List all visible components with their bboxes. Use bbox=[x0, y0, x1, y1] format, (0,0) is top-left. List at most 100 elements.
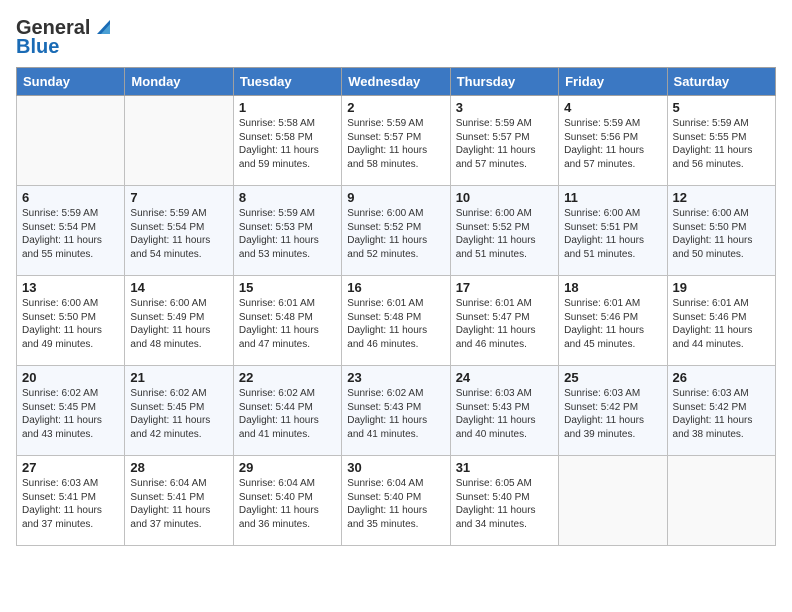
weekday-header-wednesday: Wednesday bbox=[342, 68, 450, 96]
calendar-cell: 30 Sunrise: 6:04 AMSunset: 5:40 PMDayligh… bbox=[342, 456, 450, 546]
day-number: 28 bbox=[130, 460, 227, 475]
calendar-cell: 17 Sunrise: 6:01 AMSunset: 5:47 PMDayligh… bbox=[450, 276, 558, 366]
calendar-cell: 3Sunrise: 5:59 AMSunset: 5:57 PMDaylight… bbox=[450, 96, 558, 186]
calendar-cell: 4 Sunrise: 5:59 AMSunset: 5:56 PMDaylight… bbox=[559, 96, 667, 186]
day-info: Sunrise: 6:02 AMSunset: 5:45 PMDaylight:… bbox=[22, 387, 119, 441]
weekday-header-monday: Monday bbox=[125, 68, 233, 96]
day-info: Sunrise: 6:05 AMSunset: 5:40 PMDaylight:… bbox=[456, 477, 553, 531]
day-number: 3 bbox=[456, 100, 553, 115]
weekday-header-thursday: Thursday bbox=[450, 68, 558, 96]
calendar-cell: 27 Sunrise: 6:03 AMSunset: 5:41 PMDayligh… bbox=[17, 456, 125, 546]
calendar-cell: 16Sunrise: 6:01 AMSunset: 5:48 PMDayligh… bbox=[342, 276, 450, 366]
day-number: 15 bbox=[239, 280, 336, 295]
day-number: 31 bbox=[456, 460, 553, 475]
logo-icon bbox=[92, 16, 110, 34]
weekday-header-saturday: Saturday bbox=[667, 68, 775, 96]
calendar-cell: 6 Sunrise: 5:59 AMSunset: 5:54 PMDaylight… bbox=[17, 186, 125, 276]
calendar-cell bbox=[667, 456, 775, 546]
day-info: Sunrise: 6:04 AMSunset: 5:40 PMDaylight:… bbox=[347, 477, 444, 531]
day-info: Sunrise: 6:02 AMSunset: 5:45 PMDaylight:… bbox=[130, 387, 227, 441]
calendar-cell: 24Sunrise: 6:03 AMSunset: 5:43 PMDayligh… bbox=[450, 366, 558, 456]
day-info: Sunrise: 5:58 AMSunset: 5:58 PMDaylight:… bbox=[239, 117, 336, 171]
day-number: 23 bbox=[347, 370, 444, 385]
day-info: Sunrise: 5:59 AMSunset: 5:53 PMDaylight:… bbox=[239, 207, 336, 261]
weekday-header-row: SundayMondayTuesdayWednesdayThursdayFrid… bbox=[17, 68, 776, 96]
day-info: Sunrise: 6:01 AMSunset: 5:48 PMDaylight:… bbox=[347, 297, 444, 351]
logo: General Blue bbox=[16, 16, 110, 59]
calendar-week-3: 13 Sunrise: 6:00 AMSunset: 5:50 PMDayligh… bbox=[17, 276, 776, 366]
day-number: 1 bbox=[239, 100, 336, 115]
day-number: 9 bbox=[347, 190, 444, 205]
calendar-cell bbox=[125, 96, 233, 186]
day-number: 21 bbox=[130, 370, 227, 385]
day-info: Sunrise: 6:00 AMSunset: 5:51 PMDaylight:… bbox=[564, 207, 661, 261]
day-info: Sunrise: 5:59 AMSunset: 5:54 PMDaylight:… bbox=[130, 207, 227, 261]
day-number: 26 bbox=[673, 370, 770, 385]
day-number: 25 bbox=[564, 370, 661, 385]
calendar-cell: 29 Sunrise: 6:04 AMSunset: 5:40 PMDayligh… bbox=[233, 456, 341, 546]
day-number: 17 bbox=[456, 280, 553, 295]
day-number: 12 bbox=[673, 190, 770, 205]
calendar-cell: 26Sunrise: 6:03 AMSunset: 5:42 PMDayligh… bbox=[667, 366, 775, 456]
calendar-week-2: 6 Sunrise: 5:59 AMSunset: 5:54 PMDaylight… bbox=[17, 186, 776, 276]
calendar-week-1: 1 Sunrise: 5:58 AMSunset: 5:58 PMDaylight… bbox=[17, 96, 776, 186]
day-number: 22 bbox=[239, 370, 336, 385]
calendar-cell: 28 Sunrise: 6:04 AMSunset: 5:41 PMDayligh… bbox=[125, 456, 233, 546]
calendar-cell: 8 Sunrise: 5:59 AMSunset: 5:53 PMDaylight… bbox=[233, 186, 341, 276]
day-info: Sunrise: 6:04 AMSunset: 5:40 PMDaylight:… bbox=[239, 477, 336, 531]
calendar-cell: 7 Sunrise: 5:59 AMSunset: 5:54 PMDaylight… bbox=[125, 186, 233, 276]
day-number: 14 bbox=[130, 280, 227, 295]
day-info: Sunrise: 6:01 AMSunset: 5:48 PMDaylight:… bbox=[239, 297, 336, 351]
day-info: Sunrise: 6:01 AMSunset: 5:47 PMDaylight:… bbox=[456, 297, 553, 351]
day-info: Sunrise: 6:00 AMSunset: 5:49 PMDaylight:… bbox=[130, 297, 227, 351]
day-number: 7 bbox=[130, 190, 227, 205]
calendar-cell: 15 Sunrise: 6:01 AMSunset: 5:48 PMDayligh… bbox=[233, 276, 341, 366]
day-info: Sunrise: 6:02 AMSunset: 5:44 PMDaylight:… bbox=[239, 387, 336, 441]
day-info: Sunrise: 5:59 AMSunset: 5:55 PMDaylight:… bbox=[673, 117, 770, 171]
weekday-header-friday: Friday bbox=[559, 68, 667, 96]
day-info: Sunrise: 6:00 AMSunset: 5:52 PMDaylight:… bbox=[456, 207, 553, 261]
day-number: 18 bbox=[564, 280, 661, 295]
calendar-cell: 9Sunrise: 6:00 AMSunset: 5:52 PMDaylight… bbox=[342, 186, 450, 276]
day-info: Sunrise: 6:03 AMSunset: 5:41 PMDaylight:… bbox=[22, 477, 119, 531]
day-info: Sunrise: 6:00 AMSunset: 5:50 PMDaylight:… bbox=[673, 207, 770, 261]
day-number: 4 bbox=[564, 100, 661, 115]
calendar-cell: 22 Sunrise: 6:02 AMSunset: 5:44 PMDayligh… bbox=[233, 366, 341, 456]
day-number: 13 bbox=[22, 280, 119, 295]
calendar-cell: 11 Sunrise: 6:00 AMSunset: 5:51 PMDayligh… bbox=[559, 186, 667, 276]
calendar-cell: 23 Sunrise: 6:02 AMSunset: 5:43 PMDayligh… bbox=[342, 366, 450, 456]
logo-blue-text: Blue bbox=[16, 36, 59, 59]
page-header: General Blue bbox=[16, 16, 776, 59]
calendar-cell: 31 Sunrise: 6:05 AMSunset: 5:40 PMDayligh… bbox=[450, 456, 558, 546]
day-info: Sunrise: 6:04 AMSunset: 5:41 PMDaylight:… bbox=[130, 477, 227, 531]
calendar-cell: 20Sunrise: 6:02 AMSunset: 5:45 PMDayligh… bbox=[17, 366, 125, 456]
day-info: Sunrise: 6:01 AMSunset: 5:46 PMDaylight:… bbox=[564, 297, 661, 351]
weekday-header-sunday: Sunday bbox=[17, 68, 125, 96]
calendar-cell: 1 Sunrise: 5:58 AMSunset: 5:58 PMDaylight… bbox=[233, 96, 341, 186]
day-number: 6 bbox=[22, 190, 119, 205]
day-info: Sunrise: 5:59 AMSunset: 5:56 PMDaylight:… bbox=[564, 117, 661, 171]
day-number: 27 bbox=[22, 460, 119, 475]
calendar-cell: 19Sunrise: 6:01 AMSunset: 5:46 PMDayligh… bbox=[667, 276, 775, 366]
day-info: Sunrise: 5:59 AMSunset: 5:57 PMDaylight:… bbox=[347, 117, 444, 171]
calendar-cell: 2 Sunrise: 5:59 AMSunset: 5:57 PMDaylight… bbox=[342, 96, 450, 186]
day-number: 5 bbox=[673, 100, 770, 115]
day-number: 11 bbox=[564, 190, 661, 205]
day-number: 8 bbox=[239, 190, 336, 205]
calendar-cell: 5 Sunrise: 5:59 AMSunset: 5:55 PMDaylight… bbox=[667, 96, 775, 186]
day-info: Sunrise: 6:00 AMSunset: 5:50 PMDaylight:… bbox=[22, 297, 119, 351]
day-info: Sunrise: 6:03 AMSunset: 5:43 PMDaylight:… bbox=[456, 387, 553, 441]
calendar-cell: 10Sunrise: 6:00 AMSunset: 5:52 PMDayligh… bbox=[450, 186, 558, 276]
day-info: Sunrise: 5:59 AMSunset: 5:54 PMDaylight:… bbox=[22, 207, 119, 261]
calendar-week-4: 20Sunrise: 6:02 AMSunset: 5:45 PMDayligh… bbox=[17, 366, 776, 456]
day-number: 29 bbox=[239, 460, 336, 475]
day-number: 30 bbox=[347, 460, 444, 475]
day-info: Sunrise: 6:02 AMSunset: 5:43 PMDaylight:… bbox=[347, 387, 444, 441]
calendar-table: SundayMondayTuesdayWednesdayThursdayFrid… bbox=[16, 67, 776, 546]
day-number: 2 bbox=[347, 100, 444, 115]
weekday-header-tuesday: Tuesday bbox=[233, 68, 341, 96]
calendar-cell: 14 Sunrise: 6:00 AMSunset: 5:49 PMDayligh… bbox=[125, 276, 233, 366]
calendar-cell: 13 Sunrise: 6:00 AMSunset: 5:50 PMDayligh… bbox=[17, 276, 125, 366]
day-number: 19 bbox=[673, 280, 770, 295]
calendar-cell: 25Sunrise: 6:03 AMSunset: 5:42 PMDayligh… bbox=[559, 366, 667, 456]
